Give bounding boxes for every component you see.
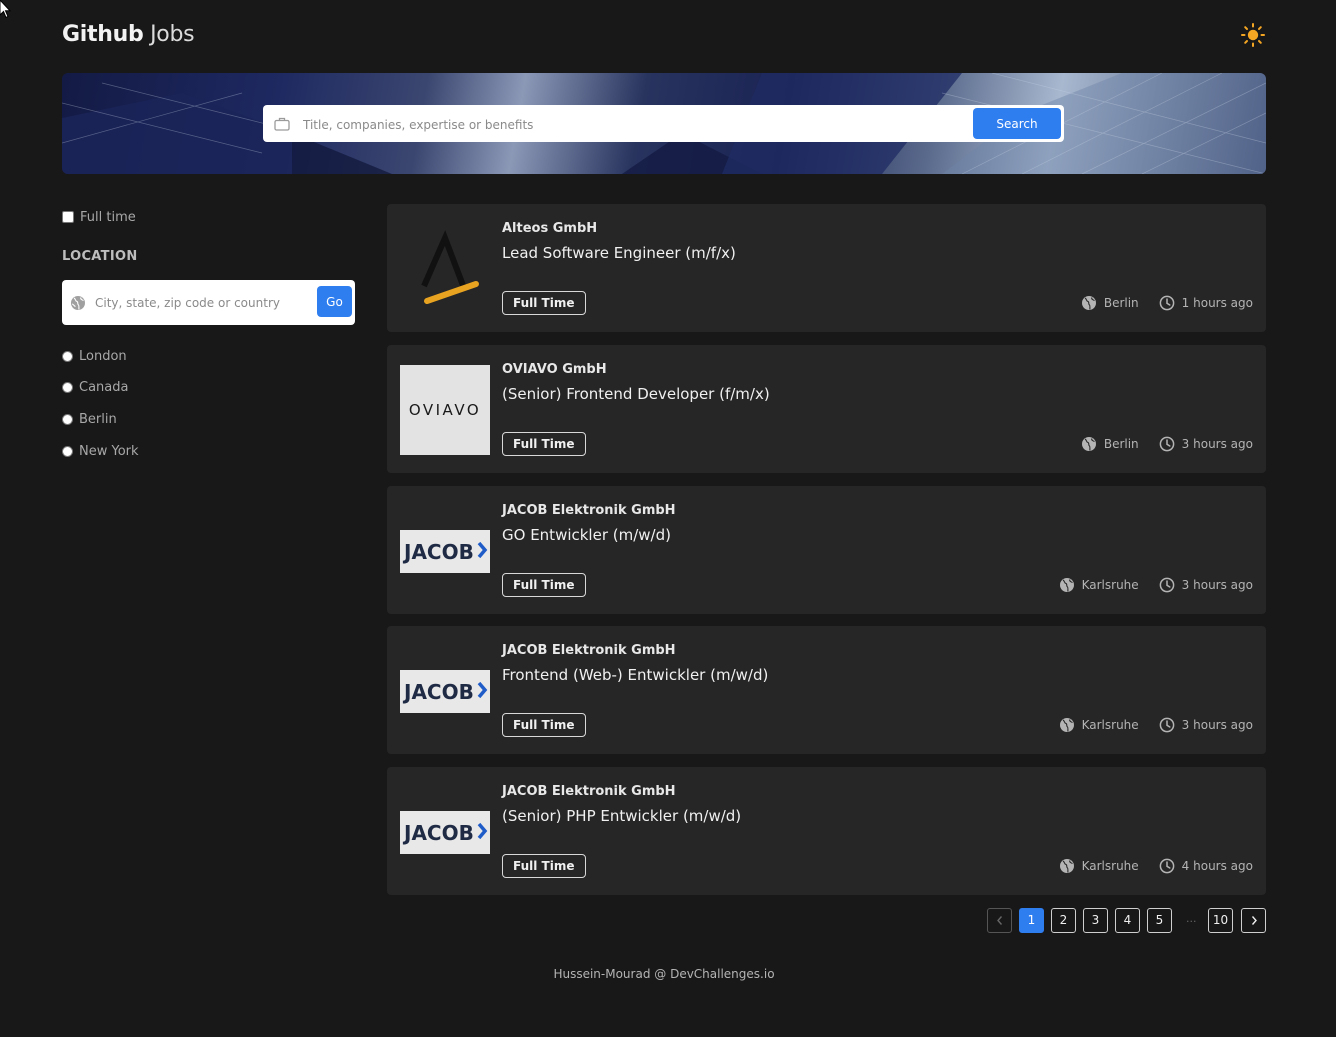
- clock-icon: [1159, 717, 1175, 733]
- location-option-label: Canada: [79, 379, 129, 395]
- location-option-london[interactable]: London: [62, 347, 127, 365]
- job-posted-time: 4 hours ago: [1181, 859, 1253, 873]
- job-card[interactable]: OVIAVO OVIAVO GmbH (Senior) Frontend Dev…: [387, 345, 1266, 473]
- location-option-label: London: [79, 348, 127, 364]
- job-location: Karlsruhe: [1081, 859, 1139, 873]
- job-meta: Berlin 3 hours ago: [1081, 435, 1253, 453]
- location-search: Go: [62, 280, 355, 325]
- job-type-badge: Full Time: [502, 291, 586, 315]
- page-button-4[interactable]: 4: [1115, 908, 1140, 933]
- globe-icon: [1081, 437, 1096, 451]
- search-bar: Search: [263, 105, 1064, 142]
- page-button-2[interactable]: 2: [1051, 908, 1076, 933]
- job-type-badge: Full Time: [502, 713, 586, 737]
- full-time-checkbox[interactable]: [62, 211, 74, 223]
- job-meta: Karlsruhe 3 hours ago: [1059, 576, 1253, 594]
- globe-icon: [1059, 718, 1074, 732]
- next-page-button[interactable]: [1241, 908, 1266, 933]
- jacob-logo-text: JACOB: [402, 680, 474, 704]
- oviavo-logo-text: OVIAVO: [409, 401, 481, 419]
- job-location: Karlsruhe: [1081, 578, 1139, 592]
- globe-icon: [1081, 296, 1096, 310]
- briefcase-icon: [274, 117, 290, 131]
- job-location: Karlsruhe: [1081, 718, 1139, 732]
- job-meta: Berlin 1 hours ago: [1081, 294, 1253, 312]
- mouse-cursor-icon: [0, 0, 12, 19]
- location-option-canada[interactable]: Canada: [62, 378, 128, 396]
- radio-button[interactable]: [62, 381, 73, 393]
- oviavo-logo: OVIAVO: [400, 365, 490, 455]
- full-time-filter[interactable]: Full time: [62, 208, 136, 226]
- search-button[interactable]: Search: [973, 108, 1061, 139]
- job-type-badge: Full Time: [502, 573, 586, 597]
- jacob-logo: JACOB: [400, 670, 490, 713]
- location-option-berlin[interactable]: Berlin: [62, 410, 117, 428]
- go-button[interactable]: Go: [317, 286, 352, 317]
- job-title[interactable]: (Senior) PHP Entwickler (m/w/d): [502, 807, 741, 825]
- location-option-label: New York: [79, 443, 139, 459]
- alteos-logo: [421, 230, 479, 304]
- radio-button[interactable]: [62, 350, 73, 362]
- company-name: OVIAVO GmbH: [502, 362, 607, 377]
- header: Github Jobs: [62, 20, 1266, 50]
- radio-button[interactable]: [62, 413, 73, 425]
- company-name: Alteos GmbH: [502, 221, 598, 236]
- job-meta: Karlsruhe 3 hours ago: [1059, 716, 1253, 734]
- clock-icon: [1159, 436, 1175, 452]
- job-posted-time: 1 hours ago: [1181, 296, 1253, 310]
- job-title[interactable]: (Senior) Frontend Developer (f/m/x): [502, 385, 770, 403]
- chevron-left-icon: [996, 916, 1002, 925]
- company-name: JACOB Elektronik GmbH: [502, 503, 676, 518]
- job-posted-time: 3 hours ago: [1181, 718, 1253, 732]
- job-posted-time: 3 hours ago: [1181, 437, 1253, 451]
- clock-icon: [1159, 858, 1175, 874]
- prev-page-button[interactable]: [987, 908, 1012, 933]
- job-title[interactable]: Frontend (Web-) Entwickler (m/w/d): [502, 666, 768, 684]
- jacob-logo: JACOB: [400, 811, 490, 854]
- full-time-label: Full time: [80, 209, 136, 225]
- job-title[interactable]: Lead Software Engineer (m/f/x): [502, 244, 736, 262]
- job-card[interactable]: JACOB JACOB Elektronik GmbH (Senior) PHP…: [387, 767, 1266, 895]
- location-input[interactable]: [93, 292, 312, 314]
- location-heading: LOCATION: [62, 249, 138, 264]
- page-button-5[interactable]: 5: [1147, 908, 1172, 933]
- job-title[interactable]: GO Entwickler (m/w/d): [502, 526, 671, 544]
- jacob-logo-text: JACOB: [402, 821, 474, 845]
- page-button-1[interactable]: 1: [1019, 908, 1044, 933]
- page: Github Jobs Title, companies, expertise …: [0, 0, 1336, 1037]
- jacob-logo: JACOB: [400, 530, 490, 573]
- hero-banner: Search: [62, 73, 1266, 174]
- job-meta: Karlsruhe 4 hours ago: [1059, 857, 1253, 875]
- job-type-badge: Full Time: [502, 854, 586, 878]
- globe-icon: [71, 296, 85, 310]
- job-posted-time: 3 hours ago: [1181, 578, 1253, 592]
- job-card[interactable]: JACOB JACOB Elektronik GmbH GO Entwickle…: [387, 486, 1266, 614]
- jacob-logo-text: JACOB: [402, 540, 474, 564]
- clock-icon: [1159, 577, 1175, 593]
- job-type-badge: Full Time: [502, 432, 586, 456]
- job-card[interactable]: JACOB JACOB Elektronik GmbH Frontend (We…: [387, 626, 1266, 754]
- brand-bold: Github: [62, 22, 144, 47]
- brand-logo[interactable]: Github Jobs: [62, 20, 195, 50]
- job-card[interactable]: Alteos GmbH Lead Software Engineer (m/f/…: [387, 204, 1266, 332]
- radio-button[interactable]: [62, 445, 73, 457]
- page-button-3[interactable]: 3: [1083, 908, 1108, 933]
- pagination-ellipsis: ...: [1186, 912, 1197, 925]
- sun-icon[interactable]: [1240, 22, 1266, 48]
- brand-light: Jobs: [150, 22, 195, 47]
- footer-credit[interactable]: Hussein-Mourad @ DevChallenges.io: [0, 967, 1328, 981]
- chevron-right-icon: [1251, 916, 1257, 925]
- job-location: Berlin: [1103, 437, 1139, 451]
- company-name: JACOB Elektronik GmbH: [502, 784, 676, 799]
- clock-icon: [1159, 295, 1175, 311]
- location-option-label: Berlin: [79, 411, 117, 427]
- globe-icon: [1059, 859, 1074, 873]
- search-input[interactable]: [301, 113, 965, 137]
- globe-icon: [1059, 578, 1074, 592]
- job-location: Berlin: [1103, 296, 1139, 310]
- company-name: JACOB Elektronik GmbH: [502, 643, 676, 658]
- location-option-new-york[interactable]: New York: [62, 442, 139, 460]
- page-button-10[interactable]: 10: [1208, 908, 1233, 933]
